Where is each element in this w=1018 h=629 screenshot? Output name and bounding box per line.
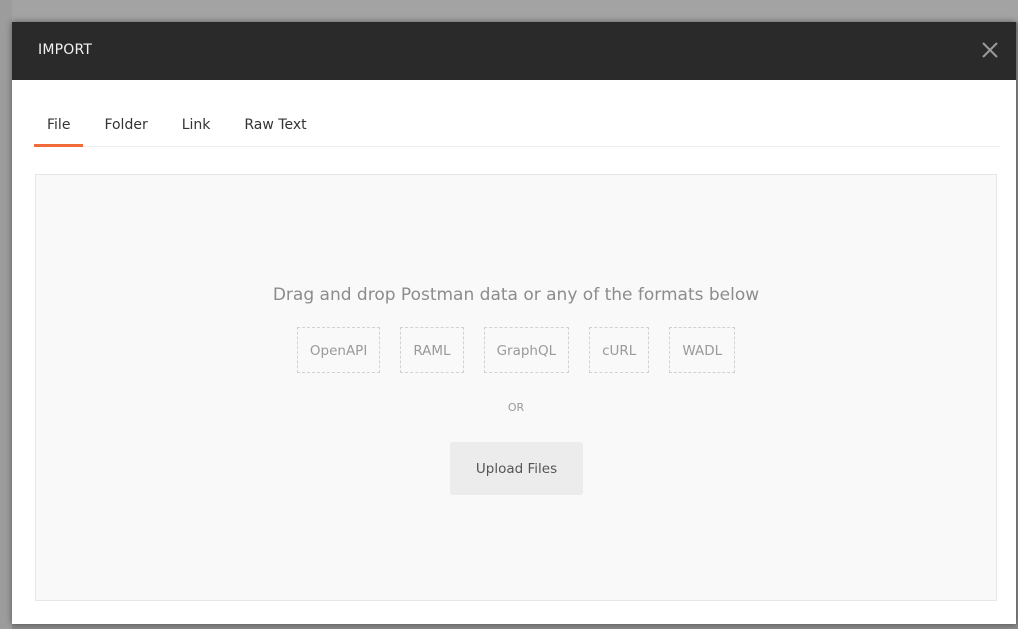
format-curl: cURL <box>589 327 650 373</box>
import-modal: IMPORT File Folder Link Raw Text Drag an… <box>12 22 1016 624</box>
backdrop-side <box>0 0 12 629</box>
backdrop <box>0 0 1018 22</box>
format-wadl: WADL <box>669 327 736 373</box>
close-button[interactable] <box>976 36 1004 64</box>
format-list: OpenAPI RAML GraphQL cURL WADL <box>36 327 996 373</box>
tab-raw-text-label: Raw Text <box>244 117 307 133</box>
dropzone-instruction: Drag and drop Postman data or any of the… <box>272 285 760 305</box>
upload-files-button[interactable]: Upload Files <box>450 442 583 495</box>
tab-raw-text[interactable]: Raw Text <box>231 112 319 146</box>
tab-folder-label: Folder <box>104 117 148 133</box>
file-dropzone[interactable]: Drag and drop Postman data or any of the… <box>35 174 997 601</box>
close-icon <box>982 42 998 58</box>
import-tabs: File Folder Link Raw Text <box>34 112 1000 147</box>
tab-file-label: File <box>47 117 71 133</box>
tab-link-label: Link <box>181 117 211 133</box>
format-graphql: GraphQL <box>483 327 570 373</box>
modal-header: IMPORT <box>12 22 1016 80</box>
format-raml: RAML <box>400 327 464 373</box>
modal-title: IMPORT <box>38 42 93 58</box>
tab-link[interactable]: Link <box>169 112 224 146</box>
tab-folder[interactable]: Folder <box>91 112 160 146</box>
or-separator: OR <box>507 401 525 414</box>
format-openapi: OpenAPI <box>296 327 381 373</box>
tab-file[interactable]: File <box>34 112 84 147</box>
